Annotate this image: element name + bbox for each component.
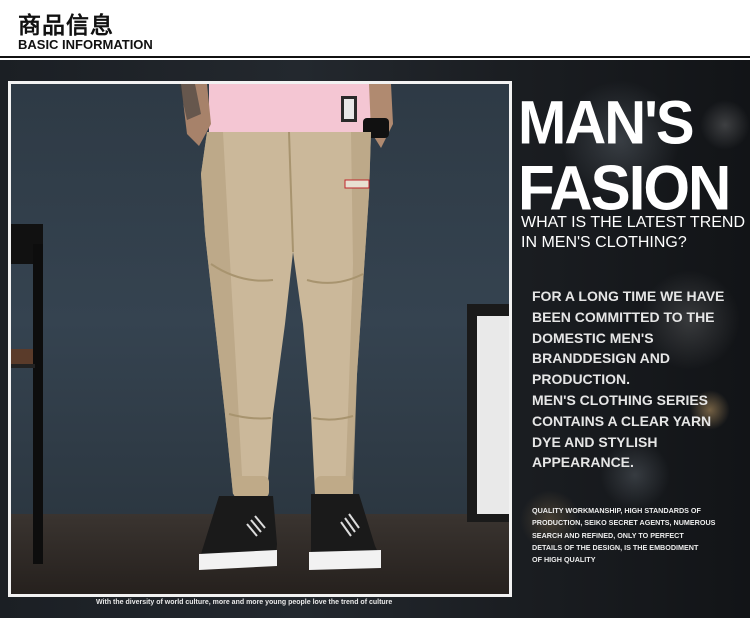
fine-print-line: OF HIGH QUALITY — [532, 555, 596, 565]
photo-caption: With the diversity of world culture, mor… — [96, 599, 393, 606]
description-line: MEN'S CLOTHING SERIES — [532, 391, 709, 408]
fine-print: QUALITY WORKMANSHIP, HIGH STANDARDS OF P… — [532, 505, 747, 566]
model-illustration — [11, 84, 509, 570]
arm-right-illustration — [369, 84, 393, 148]
section-title-cn: 商品信息 — [18, 13, 114, 39]
description-line: CONTAINS A CLEAR YARN — [532, 412, 712, 429]
fine-print-line: QUALITY WORKMANSHIP, HIGH STANDARDS OF — [532, 506, 701, 515]
subtitle-line: IN MEN'S CLOTHING? — [521, 234, 687, 251]
product-photo — [8, 81, 512, 597]
description-line: DOMESTIC MEN'S — [532, 329, 654, 346]
description-text: FOR A LONG TIME WE HAVE BEEN COMMITTED T… — [532, 286, 724, 473]
fine-print-line: PRODUCTION, SEIKO SECRET AGENTS, NUMEROU… — [532, 518, 716, 528]
headline-line-1: MAN'S — [518, 89, 695, 158]
subtitle: WHAT IS THE LATEST TREND IN MEN'S CLOTHI… — [521, 213, 745, 253]
description-line: BRANDDESIGN AND — [532, 350, 670, 367]
header-divider — [0, 56, 750, 58]
description-line: FOR A LONG TIME WE HAVE — [532, 288, 725, 304]
patch-illustration — [345, 180, 369, 188]
section-title-en: BASIC INFORMATION — [18, 37, 153, 52]
section-header: 商品信息 BASIC INFORMATION — [0, 0, 750, 58]
description-line: PRODUCTION. — [532, 371, 630, 388]
description-line: BEEN COMMITTED TO THE — [532, 308, 715, 325]
chair-illustration — [11, 224, 43, 564]
wall-frame-illustration — [467, 304, 509, 522]
fine-print-line: SEARCH AND REFINED, ONLY TO PERFECT — [532, 530, 684, 540]
fine-print-line: DETAILS OF THE DESIGN, IS THE EMBODIMENT — [532, 542, 699, 552]
description-line: DYE AND STYLISH — [532, 433, 658, 450]
subtitle-line: WHAT IS THE LATEST TREND — [521, 214, 746, 231]
description-line: APPEARANCE. — [532, 454, 634, 471]
